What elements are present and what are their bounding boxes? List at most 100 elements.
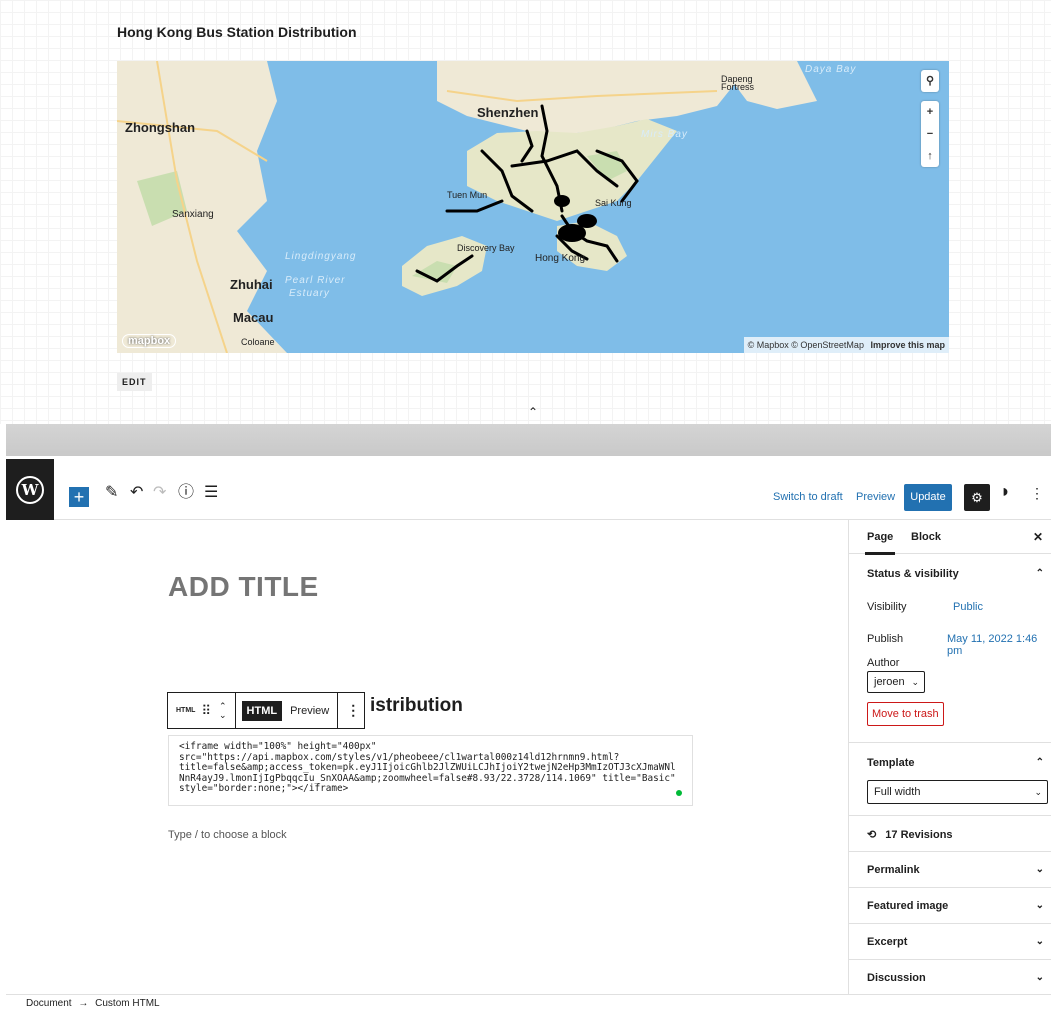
label-zhuhai: Zhuhai (230, 277, 273, 292)
publish-label: Publish (867, 633, 904, 645)
zoom-out-icon[interactable]: − (921, 123, 939, 145)
publish-date[interactable]: May 11, 2022 1:46 pm (947, 633, 1051, 657)
label-hong-kong: Hong Kong (535, 253, 586, 264)
label-sanxiang: Sanxiang (172, 209, 214, 220)
featured-image-title: Featured image (867, 900, 949, 912)
zoom-in-icon[interactable]: + (921, 101, 939, 123)
map-attribution: © Mapbox © OpenStreetMap Improve this ma… (743, 337, 949, 353)
mapbox-logo[interactable]: mapbox (122, 334, 177, 348)
close-icon[interactable]: ✕ (1033, 530, 1043, 544)
map-search-control[interactable]: ⚲ (921, 70, 939, 92)
info-icon[interactable]: ⓘ (178, 485, 194, 501)
block-appender[interactable]: Type / to choose a block (168, 829, 287, 841)
separator-bar (6, 424, 1051, 456)
redo-icon[interactable]: ↷ (153, 485, 166, 501)
chevron-down-icon: ⌄ (1035, 900, 1044, 911)
drag-handle-icon[interactable]: ⠿ (201, 703, 211, 719)
map-title: Hong Kong Bus Station Distribution (117, 24, 357, 40)
title-input[interactable]: ADD TITLE (168, 571, 319, 603)
label-tuen-mun: Tuen Mun (447, 190, 488, 200)
switch-to-draft-button[interactable]: Switch to draft (773, 491, 843, 503)
template-value: Full width (874, 786, 921, 798)
search-icon[interactable]: ⚲ (921, 70, 939, 92)
move-to-trash-button[interactable]: Move to trash (867, 702, 944, 726)
improve-map-link[interactable]: Improve this map (870, 340, 945, 350)
featured-image-panel[interactable]: Featured image ⌄ (849, 887, 1051, 923)
tab-block[interactable]: Block (911, 531, 941, 543)
label-mirs-bay: Mirs Bay (641, 129, 688, 140)
settings-sidebar: Page Block ✕ Status & visibility ⌃ Visib… (848, 520, 1051, 998)
chevron-up-icon: ⌃ (1035, 568, 1044, 579)
tab-page[interactable]: Page (864, 531, 896, 555)
discussion-title: Discussion (867, 972, 926, 984)
block-switcher[interactable]: HTML ⠿ ⌃ ⌄ (168, 693, 236, 728)
permalink-panel[interactable]: Permalink ⌄ (849, 851, 1051, 887)
chevron-down-icon: ⌄ (1035, 972, 1044, 983)
revisions-label: 17 Revisions (885, 829, 953, 841)
block-editor: W + ✎ ↶ ↷ ⓘ ☰ Switch to draft Preview Up… (6, 459, 1051, 1012)
tab-preview[interactable]: Preview (290, 705, 329, 717)
map-embed[interactable]: Shenzhen Zhongshan Sanxiang Zhuhai Macau… (117, 61, 949, 353)
editor-canvas: ADD TITLE HTML ⠿ ⌃ ⌄ HTML Preview ⋮ istr… (6, 520, 848, 998)
collapse-chevron-icon[interactable]: ⌃ (528, 405, 538, 419)
history-icon: ⟲ (867, 829, 877, 841)
block-options-icon[interactable]: ⋮ (346, 702, 360, 719)
pencil-icon[interactable]: ✎ (105, 485, 118, 501)
label-sai-kung: Sai Kung (595, 198, 632, 208)
chevron-up-icon: ⌃ (1035, 757, 1044, 768)
wordpress-icon: W (16, 475, 44, 504)
edit-button[interactable]: EDIT (117, 373, 152, 391)
label-pearl-river: Pearl River (285, 275, 346, 286)
attribution-text[interactable]: © Mapbox © OpenStreetMap (748, 340, 864, 350)
chevron-down-icon: ⌄ (911, 677, 919, 687)
revisions-link[interactable]: ⟲ 17 Revisions (849, 815, 1051, 851)
label-daya-bay: Daya Bay (805, 64, 857, 75)
excerpt-panel[interactable]: Excerpt ⌄ (849, 923, 1051, 959)
status-visibility-toggle[interactable]: Status & visibility ⌃ (849, 554, 1051, 580)
html-code-editor[interactable]: <iframe width="100%" height="400px" src=… (168, 735, 693, 806)
wordpress-logo-button[interactable]: W (6, 459, 54, 520)
heading-block[interactable]: istribution (370, 695, 463, 717)
block-options: ⋮ (338, 693, 368, 728)
compass-icon[interactable]: ↑ (921, 145, 939, 167)
editor-toolbar: W + ✎ ↶ ↷ ⓘ ☰ Switch to draft Preview Up… (6, 459, 1051, 520)
plugin-icon[interactable]: ◗ (1000, 482, 1011, 500)
settings-button[interactable]: ⚙ (964, 484, 990, 511)
move-down-icon[interactable]: ⌄ (219, 710, 227, 720)
discussion-panel[interactable]: Discussion ⌄ (849, 959, 1051, 995)
status-visibility-panel: Status & visibility ⌃ Visibility Public … (849, 554, 1051, 742)
sidebar-tabs: Page Block ✕ (849, 520, 1051, 555)
label-discovery-bay: Discovery Bay (457, 243, 515, 253)
template-title: Template (867, 757, 915, 769)
more-options-icon[interactable]: ⋮ (1030, 485, 1044, 501)
html-preview-tabs: HTML Preview (236, 693, 339, 728)
plus-icon: + (73, 487, 85, 507)
template-panel: Template ⌃ Full width ⌄ (849, 742, 1051, 812)
block-movers: ⌃ ⌄ (219, 701, 227, 720)
author-select[interactable]: jeroen ⌄ (867, 671, 925, 693)
mainland-north (437, 61, 737, 136)
preview-button[interactable]: Preview (856, 491, 895, 503)
map-zoom-controls: + − ↑ (921, 101, 939, 167)
visibility-value[interactable]: Public (953, 601, 983, 613)
undo-icon[interactable]: ↶ (130, 485, 143, 501)
label-estuary: Estuary (289, 288, 330, 299)
label-fortress: Fortress (721, 82, 755, 92)
template-select[interactable]: Full width ⌄ (867, 780, 1048, 804)
breadcrumb-document[interactable]: Document (26, 998, 72, 1009)
label-lingding: Lingdingyang (285, 251, 357, 262)
breadcrumb-arrow: → (78, 998, 89, 1009)
permalink-title: Permalink (867, 864, 920, 876)
status-dot-icon (676, 790, 682, 796)
breadcrumb-custom-html[interactable]: Custom HTML (95, 998, 159, 1009)
label-coloane: Coloane (241, 337, 275, 347)
list-view-icon[interactable]: ☰ (204, 485, 218, 501)
chevron-down-icon: ⌄ (1035, 936, 1044, 947)
add-block-button[interactable]: + (69, 487, 89, 507)
update-button[interactable]: Update (904, 484, 952, 511)
template-toggle[interactable]: Template ⌃ (849, 742, 1051, 769)
visibility-label: Visibility (867, 601, 907, 613)
tab-html[interactable]: HTML (241, 700, 283, 721)
gear-icon: ⚙ (971, 490, 983, 505)
author-label: Author (867, 657, 900, 669)
